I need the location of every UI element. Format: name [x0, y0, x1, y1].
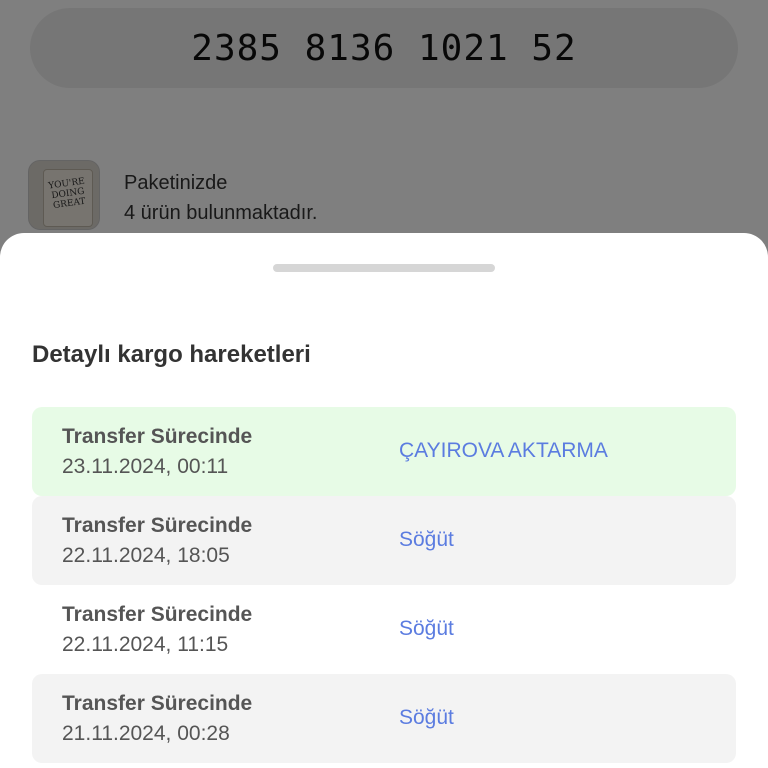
movement-date: 22.11.2024, 11:15	[62, 633, 229, 656]
movement-item: Transfer Sürecinde 21.11.2024, 00:28 Söğ…	[32, 674, 736, 763]
movement-date: 21.11.2024, 00:28	[62, 722, 230, 745]
movement-location: Söğüt	[399, 706, 454, 729]
movement-status: Transfer Sürecinde	[62, 514, 253, 537]
movement-list: Transfer Sürecinde 23.11.2024, 00:11 ÇAY…	[32, 407, 736, 763]
bottom-sheet: Detaylı kargo hareketleri Transfer Sürec…	[0, 233, 768, 768]
movement-location: Söğüt	[399, 528, 454, 551]
movement-item: Transfer Sürecinde 22.11.2024, 18:05 Söğ…	[32, 496, 736, 585]
movement-item: Transfer Sürecinde 22.11.2024, 11:15 Söğ…	[32, 585, 736, 674]
movement-status: Transfer Sürecinde	[62, 692, 253, 715]
sheet-drag-handle[interactable]	[273, 264, 495, 272]
movement-status: Transfer Sürecinde	[62, 603, 253, 626]
movement-location: ÇAYIROVA AKTARMA	[399, 439, 608, 462]
movement-date: 23.11.2024, 00:11	[62, 455, 229, 478]
movement-status: Transfer Sürecinde	[62, 425, 253, 448]
movement-date: 22.11.2024, 18:05	[62, 544, 230, 567]
sheet-title: Detaylı kargo hareketleri	[32, 341, 311, 368]
movement-item: Transfer Sürecinde 23.11.2024, 00:11 ÇAY…	[32, 407, 736, 496]
movement-location: Söğüt	[399, 617, 454, 640]
